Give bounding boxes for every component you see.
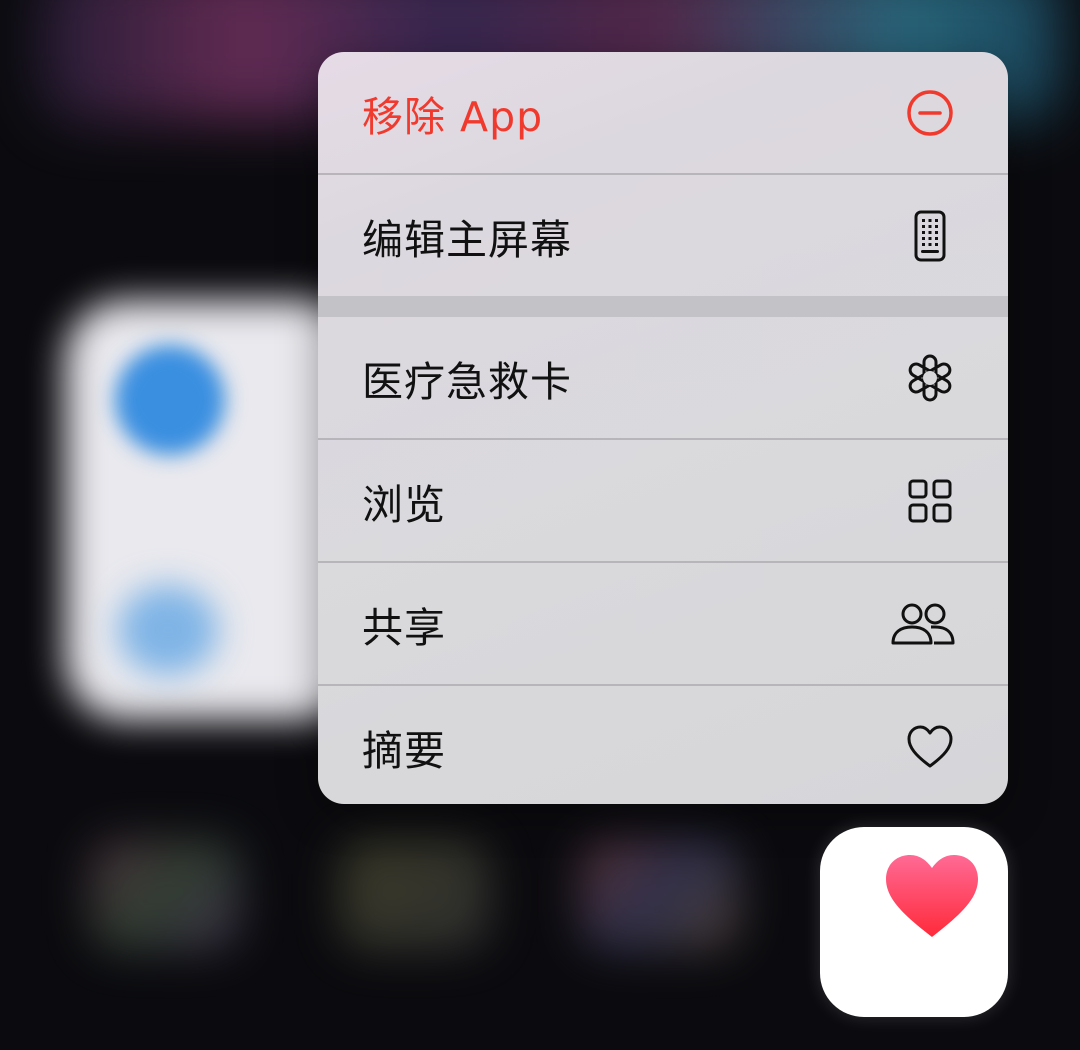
context-menu: 移除 App 编辑主屏幕 医疗急救卡 浏览 共享 摘要 bbox=[318, 52, 1008, 804]
menu-item-label: 编辑主屏幕 bbox=[362, 215, 572, 264]
blurred-widget-dot bbox=[115, 345, 225, 455]
menu-item-label: 医疗急救卡 bbox=[362, 357, 572, 406]
grid-squares-icon bbox=[902, 473, 958, 529]
health-app-icon[interactable] bbox=[820, 827, 1008, 1017]
medical-asterisk-icon bbox=[902, 350, 958, 406]
remove-app-menu-item[interactable]: 移除 App bbox=[318, 52, 1008, 173]
share-menu-item[interactable]: 共享 bbox=[318, 563, 1008, 684]
browse-menu-item[interactable]: 浏览 bbox=[318, 440, 1008, 561]
menu-section-separator bbox=[318, 296, 1008, 317]
menu-item-label: 浏览 bbox=[362, 480, 446, 529]
blurred-app-icon bbox=[580, 840, 740, 950]
minus-circle-icon bbox=[902, 85, 958, 141]
medical-id-menu-item[interactable]: 医疗急救卡 bbox=[318, 317, 1008, 438]
edit-home-screen-menu-item[interactable]: 编辑主屏幕 bbox=[318, 175, 1008, 296]
blurred-app-icon bbox=[340, 840, 490, 950]
blurred-widget-dot bbox=[118, 585, 218, 675]
health-heart-icon bbox=[886, 855, 978, 937]
phone-grid-icon bbox=[902, 208, 958, 264]
menu-item-label: 共享 bbox=[362, 603, 446, 652]
summary-menu-item[interactable]: 摘要 bbox=[318, 686, 1008, 804]
menu-item-label: 摘要 bbox=[362, 726, 446, 775]
people-icon bbox=[888, 596, 958, 652]
heart-outline-icon bbox=[902, 719, 958, 775]
menu-item-label: 移除 App bbox=[362, 92, 544, 141]
blurred-app-icon bbox=[90, 840, 240, 950]
